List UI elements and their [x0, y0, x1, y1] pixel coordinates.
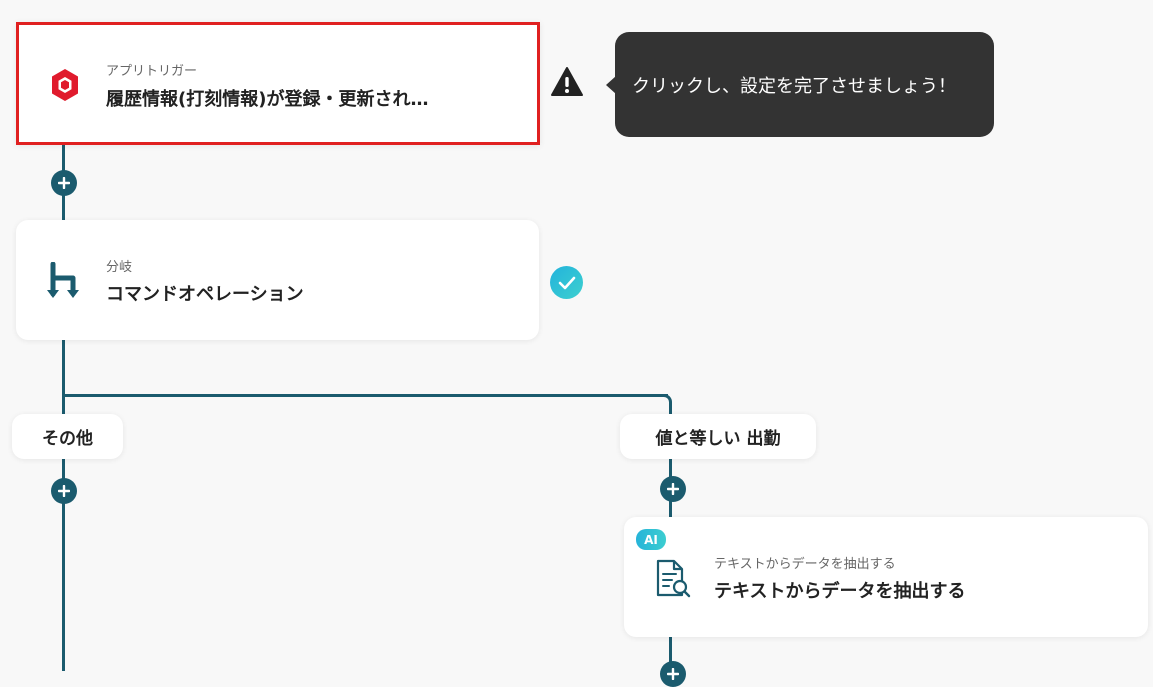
setup-tooltip: クリックし、設定を完了させましょう！	[615, 32, 994, 137]
plus-icon	[58, 177, 70, 189]
branch-icon	[46, 261, 82, 306]
add-step-button[interactable]	[51, 170, 77, 196]
branch-other-label[interactable]: その他	[12, 414, 123, 459]
add-step-right-button[interactable]	[660, 476, 686, 502]
branch-label: 分岐	[106, 260, 133, 275]
branch-card[interactable]: 分岐 コマンドオペレーション	[16, 220, 539, 340]
plus-icon	[667, 483, 679, 495]
extract-title: テキストからデータを抽出する	[714, 581, 966, 602]
check-icon	[550, 266, 583, 299]
ai-badge: AI	[636, 529, 666, 550]
extract-card[interactable]: テキストからデータを抽出する テキストからデータを抽出する	[624, 517, 1148, 637]
plus-icon	[667, 668, 679, 680]
hexagon-app-icon	[50, 68, 80, 106]
warning-icon	[550, 66, 584, 102]
extract-label: テキストからデータを抽出する	[714, 557, 896, 572]
trigger-label: アプリトリガー	[106, 64, 198, 79]
plus-icon	[58, 485, 70, 497]
document-search-icon	[654, 559, 692, 603]
flow-line-left-branch	[62, 340, 65, 671]
flow-line-horizontal	[62, 394, 668, 397]
trigger-card[interactable]: アプリトリガー 履歴情報(打刻情報)が登録・更新され…	[16, 22, 540, 145]
branch-title: コマンドオペレーション	[106, 284, 304, 305]
add-step-left-button[interactable]	[51, 478, 77, 504]
branch-equals-label[interactable]: 値と等しい 出勤	[620, 414, 816, 459]
add-step-bottom-button[interactable]	[660, 661, 686, 687]
trigger-title: 履歴情報(打刻情報)が登録・更新され…	[106, 89, 429, 110]
tooltip-text: クリックし、設定を完了させましょう！	[632, 75, 956, 97]
